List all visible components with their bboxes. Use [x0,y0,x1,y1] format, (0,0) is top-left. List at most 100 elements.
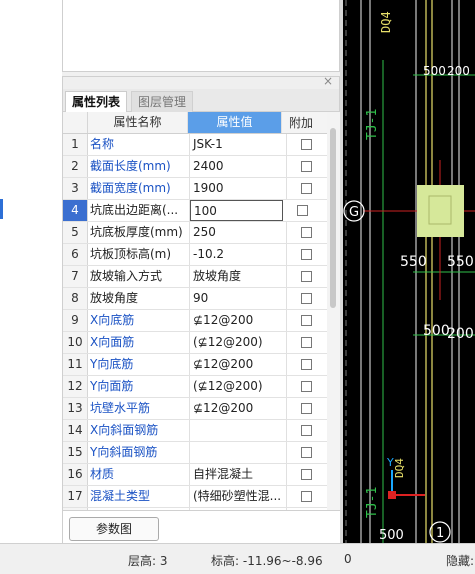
property-name: 坑壁水平筋 [88,398,190,419]
add-checkbox[interactable] [300,381,312,392]
add-checkbox[interactable] [300,469,312,480]
add-checkbox[interactable] [300,337,312,348]
add-cell [287,244,325,265]
label-dim200b: 200 [447,326,474,342]
property-name: 坑底出边距离(... [88,200,190,221]
label-dim500a: 500 [423,64,446,78]
add-checkbox[interactable] [300,403,312,414]
tab-layer-management[interactable]: 图层管理 [131,91,194,113]
label-grid-1: 1 [436,526,444,541]
table-row[interactable]: 14 X向斜面钢筋 [63,420,327,442]
property-value[interactable]: 自拌混凝土 [190,464,287,485]
table-row[interactable]: 13 坑壁水平筋 ⊈12@200 [63,398,327,420]
row-number: 4 [63,200,88,221]
table-row[interactable]: 15 Y向斜面钢筋 [63,442,327,464]
status-floor-height: 层高: 3 [128,554,168,568]
add-checkbox[interactable] [300,425,312,436]
property-value[interactable]: -10.2 [190,244,287,265]
table-row[interactable]: 4 坑底出边距离(... 100 [63,200,327,222]
table-row[interactable]: 7 放坡输入方式 放坡角度 [63,266,327,288]
property-value[interactable]: ⊈12@200 [190,310,287,331]
table-row[interactable]: 1 名称 JSK-1 [63,134,327,156]
add-checkbox[interactable] [300,227,312,238]
property-name: 材质 [88,464,190,485]
add-cell [283,200,321,221]
add-checkbox[interactable] [300,315,312,326]
property-value[interactable]: 放坡角度 [190,266,287,287]
top-blank-panel [62,0,340,72]
row-number: 2 [63,156,88,177]
add-checkbox[interactable] [300,293,312,304]
add-cell [287,420,325,441]
table-row[interactable]: 17 混凝土类型 (特细砂塑性混... [63,486,327,508]
property-name: 放坡角度 [88,288,190,309]
properties-panel: × 属性列表 图层管理 属性名称 属性值 附加 1 名称 JSK-1 2 截面长度(mm… [62,74,341,543]
table-row[interactable]: 9 X向底筋 ⊈12@200 [63,310,327,332]
property-name: 坑底板厚度(mm) [88,222,190,243]
table-row[interactable]: 10 X向面筋 (⊈12@200) [63,332,327,354]
row-number: 14 [63,420,88,441]
ucs-origin [388,491,396,499]
property-value[interactable]: (特细砂塑性混... [190,486,287,507]
label-dq4b: DQ4 [393,458,406,478]
add-checkbox[interactable] [300,491,312,502]
property-value[interactable]: 90 [190,288,287,309]
property-value[interactable]: 1900 [190,178,287,199]
property-grid: 属性名称 属性值 附加 1 名称 JSK-1 2 截面长度(mm) 2400 3 截面宽度(m… [63,112,327,530]
panel-title-bar: × [63,74,339,89]
property-value[interactable]: ⊈12@200 [190,398,287,419]
add-checkbox[interactable] [296,205,308,216]
add-checkbox[interactable] [300,249,312,260]
table-row[interactable]: 12 Y向面筋 (⊈12@200) [63,376,327,398]
add-checkbox[interactable] [300,139,312,150]
property-name: 混凝土类型 [88,486,190,507]
property-name: Y向底筋 [88,354,190,375]
header-add: 附加 [288,116,313,130]
property-name: 名称 [88,134,190,155]
property-value[interactable] [190,420,287,441]
property-name: 截面长度(mm) [88,156,190,177]
property-value[interactable]: (⊈12@200) [190,332,287,353]
add-checkbox[interactable] [300,359,312,370]
param-diagram-button[interactable]: 参数图 [69,517,159,541]
add-cell [287,398,325,419]
table-row[interactable]: 8 放坡角度 90 [63,288,327,310]
row-number: 16 [63,464,88,485]
table-row[interactable]: 2 截面长度(mm) 2400 [63,156,327,178]
add-cell [287,376,325,397]
property-value[interactable]: 2400 [190,156,287,177]
add-checkbox[interactable] [300,271,312,282]
status-bar: 层高: 3 标高: -11.96~-8.96 0 隐藏: [0,543,475,574]
property-value[interactable]: JSK-1 [190,134,287,155]
label-dim200a: 200 [447,64,470,78]
pit-element[interactable] [417,185,464,237]
property-name: 截面宽度(mm) [88,178,190,199]
add-cell [287,332,325,353]
add-checkbox[interactable] [300,447,312,458]
add-checkbox[interactable] [300,161,312,172]
add-cell [287,156,325,177]
scroll-thumb[interactable] [330,128,336,308]
property-value[interactable] [190,442,287,463]
label-tj1a: TJ-1 [365,109,380,140]
panel-tabs: 属性列表 图层管理 [63,89,339,113]
table-row[interactable]: 3 截面宽度(mm) 1900 [63,178,327,200]
cad-viewport[interactable]: DQ4 500 200 TJ-1 G 550 550 500 200 DQ4 T… [343,0,475,543]
property-value[interactable]: 100 [190,200,283,221]
tab-property-list[interactable]: 属性列表 [65,91,128,113]
table-row[interactable]: 5 坑底板厚度(mm) 250 [63,222,327,244]
add-cell [287,222,325,243]
table-row[interactable]: 11 Y向底筋 ⊈12@200 [63,354,327,376]
add-checkbox[interactable] [300,183,312,194]
table-row[interactable]: 6 坑板顶标高(m) -10.2 [63,244,327,266]
vertical-scrollbar[interactable] [327,112,340,512]
table-row[interactable]: 16 材质 自拌混凝土 [63,464,327,486]
row-number: 9 [63,310,88,331]
row-number: 6 [63,244,88,265]
label-dim550a: 550 [400,254,427,270]
property-value[interactable]: ⊈12@200 [190,354,287,375]
property-value[interactable]: 250 [190,222,287,243]
header-num [63,112,88,133]
close-icon[interactable]: × [323,74,333,88]
property-value[interactable]: (⊈12@200) [190,376,287,397]
